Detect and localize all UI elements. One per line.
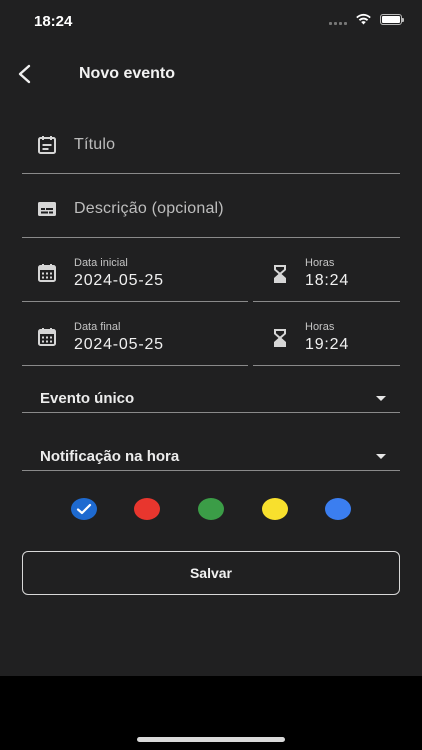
hourglass-icon [274, 329, 286, 347]
hourglass-icon [274, 265, 286, 283]
start-date-label: Data inicial [74, 257, 128, 269]
end-date-label: Data final [74, 321, 121, 333]
start-time-field[interactable]: Horas 18:24 [253, 250, 400, 302]
dropdown-arrow-icon [376, 454, 386, 459]
notification-dropdown[interactable]: Notificação na hora [22, 442, 400, 471]
color-picker [0, 498, 422, 524]
status-bar: 18:24 [0, 0, 422, 44]
wifi-icon [356, 13, 371, 25]
recurrence-value: Evento único [40, 390, 135, 407]
end-date-field[interactable]: Data final 2024-05-25 [22, 314, 248, 366]
check-icon [76, 503, 92, 515]
description-field[interactable]: Descrição (opcional) [22, 186, 400, 238]
end-time-field[interactable]: Horas 19:24 [253, 314, 400, 366]
battery-icon [380, 13, 404, 25]
color-option[interactable] [325, 498, 351, 520]
end-date-value: 2024-05-25 [74, 336, 164, 353]
end-time-label: Horas [305, 321, 335, 333]
calendar-icon [38, 328, 56, 346]
recurrence-dropdown[interactable]: Evento único [22, 384, 400, 413]
calendar-icon [38, 264, 56, 282]
event-note-icon [38, 136, 56, 154]
page-title: Novo evento [79, 65, 176, 82]
description-placeholder: Descrição (opcional) [74, 200, 224, 217]
cellular-signal-icon [329, 13, 347, 25]
notification-value: Notificação na hora [40, 448, 180, 465]
status-time: 18:24 [34, 13, 73, 30]
start-time-label: Horas [305, 257, 335, 269]
back-arrow-icon[interactable] [14, 62, 36, 86]
header: Novo evento [0, 56, 422, 92]
title-field[interactable]: Título [22, 122, 400, 174]
dropdown-arrow-icon [376, 396, 386, 401]
status-icons [329, 13, 404, 25]
home-indicator[interactable] [137, 737, 285, 742]
save-button[interactable]: Salvar [22, 551, 400, 595]
start-date-field[interactable]: Data inicial 2024-05-25 [22, 250, 248, 302]
subtitles-icon [38, 202, 56, 216]
end-time-value: 19:24 [305, 336, 350, 353]
color-option[interactable] [71, 498, 97, 520]
color-option[interactable] [198, 498, 224, 520]
start-date-value: 2024-05-25 [74, 272, 164, 289]
title-placeholder: Título [74, 136, 116, 153]
start-time-value: 18:24 [305, 272, 350, 289]
color-option[interactable] [134, 498, 160, 520]
screen: 18:24 Novo evento Título Descrição (opci… [0, 0, 422, 676]
color-option[interactable] [262, 498, 288, 520]
